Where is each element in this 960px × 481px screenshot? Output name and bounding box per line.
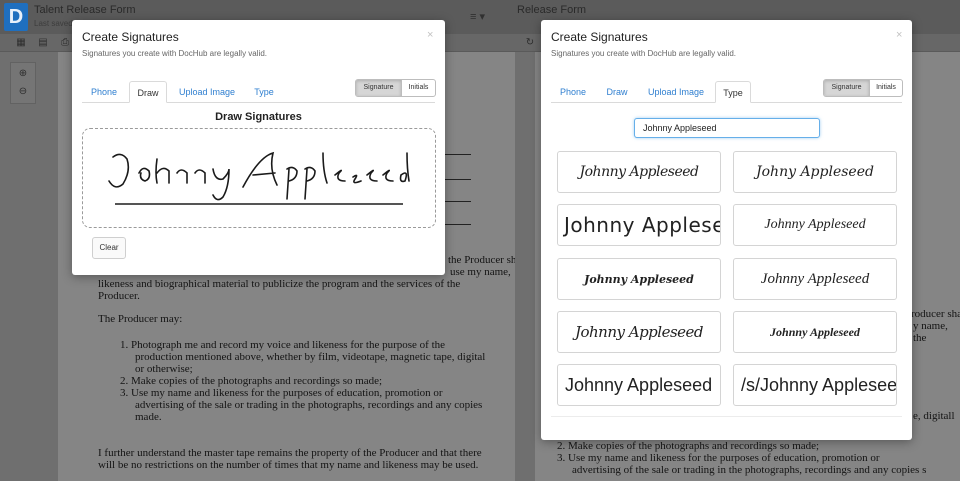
toggle-signature[interactable]: Signature bbox=[824, 80, 870, 96]
signature-option[interactable]: Johnny Appleseed bbox=[557, 258, 721, 300]
signature-option[interactable]: Johnny Appleseed bbox=[557, 311, 721, 353]
close-icon[interactable]: × bbox=[896, 29, 902, 41]
signature-draw-canvas[interactable] bbox=[82, 128, 436, 228]
doc-text-line: 2. Make copies of the photographs and re… bbox=[120, 375, 383, 387]
doc-text-line: I further understand the master tape rem… bbox=[98, 447, 482, 459]
signature-option[interactable]: /s/Johnny Appleseed bbox=[733, 364, 897, 406]
signature-option-text: Johnny Appleseed bbox=[565, 374, 713, 395]
right-pane: Release Form ↻ roducer sha y name, the e… bbox=[515, 0, 960, 481]
zoom-rail: ⊕ ⊖ bbox=[10, 62, 36, 104]
toggle-initials[interactable]: Initials bbox=[870, 80, 902, 96]
drawn-signature bbox=[108, 151, 410, 201]
doc-text-line: 2. Make copies of the photographs and re… bbox=[557, 440, 820, 452]
doc-text-line: the Producer sh bbox=[448, 254, 515, 266]
clear-button[interactable]: Clear bbox=[92, 237, 126, 259]
signature-option-text: Johnny Appleseed bbox=[574, 323, 704, 341]
doc-text-line: advertising of the sale or trading in th… bbox=[135, 399, 483, 411]
close-icon[interactable]: × bbox=[427, 29, 433, 41]
modal-subtitle: Signatures you create with DocHub are le… bbox=[551, 49, 736, 58]
signature-option-text: Johnny Appleseed bbox=[579, 164, 699, 180]
doc-text-line: or otherwise; bbox=[135, 363, 193, 375]
doc-text-line: likeness and biographical material to pu… bbox=[98, 278, 461, 290]
tab-phone[interactable]: Phone bbox=[82, 81, 126, 103]
doc-text-line: The Producer may: bbox=[98, 313, 183, 325]
form-line bbox=[443, 179, 471, 180]
doc-text-line: advertising of the sale or trading in th… bbox=[572, 464, 927, 476]
tab-draw[interactable]: Draw bbox=[129, 81, 167, 103]
signature-option[interactable]: Johnny Appleseed bbox=[733, 311, 897, 353]
doc-text-line: 3. Use my name and likeness for the purp… bbox=[120, 387, 443, 399]
doc-text-line: 1. Photograph me and record my voice and… bbox=[120, 339, 446, 351]
form-line bbox=[443, 154, 471, 155]
signature-option[interactable]: Johny Appleseed bbox=[733, 151, 897, 193]
signature-option[interactable]: Johnny Appleseed bbox=[733, 258, 897, 300]
left-pane: D Talent Release Form Last saved ≡ ▾ ▦ ▤… bbox=[0, 0, 515, 481]
modal-footer-divider bbox=[551, 416, 902, 417]
zoom-in-icon[interactable]: ⊕ bbox=[16, 68, 30, 80]
signature-option-text: Johny Appleseed bbox=[756, 164, 874, 180]
tab-type[interactable]: Type bbox=[715, 81, 751, 103]
doc-text-line: Producer. bbox=[98, 290, 140, 302]
print-icon[interactable]: ⎙ bbox=[58, 37, 72, 49]
signature-option-text: Johnny Appleseed bbox=[770, 324, 860, 339]
doc-text-line: e, digitall bbox=[913, 410, 955, 422]
signature-option[interactable]: Johnny Appleseed bbox=[557, 364, 721, 406]
modal-title: Create Signatures bbox=[82, 30, 179, 44]
signature-option[interactable]: Johnny Appleseed bbox=[557, 151, 721, 193]
form-line bbox=[443, 224, 471, 225]
signature-option[interactable]: Johnny Appleseed bbox=[557, 204, 721, 246]
tab-upload-image[interactable]: Upload Image bbox=[172, 81, 242, 103]
tab-upload-image[interactable]: Upload Image bbox=[641, 81, 711, 103]
signature-option-text: Johnny Appleseed bbox=[584, 272, 694, 286]
tab-draw[interactable]: Draw bbox=[598, 81, 636, 103]
doc-text-line: production mentioned above, whether by f… bbox=[135, 351, 486, 363]
modal-subtitle: Signatures you create with DocHub are le… bbox=[82, 49, 267, 58]
doc-text-line: roducer sha bbox=[911, 308, 960, 320]
document-title-right[interactable]: Release Form bbox=[517, 4, 586, 16]
modal-title: Create Signatures bbox=[551, 30, 648, 44]
doc-text-line: 3. Use my name and likeness for the purp… bbox=[557, 452, 880, 464]
signature-option-text: /s/Johnny Appleseed bbox=[741, 374, 897, 395]
doc-text-line: the bbox=[913, 332, 927, 344]
create-signatures-modal-type: Create Signatures Signatures you create … bbox=[541, 20, 912, 440]
grid-icon[interactable]: ▦ bbox=[14, 37, 28, 49]
signature-option-text: Johnny Appleseed bbox=[564, 213, 720, 237]
tab-type[interactable]: Type bbox=[248, 81, 280, 103]
toggle-initials[interactable]: Initials bbox=[402, 80, 435, 96]
doc-text-line: y name, bbox=[913, 320, 948, 332]
redo-icon[interactable]: ↻ bbox=[523, 37, 537, 49]
typed-name-input[interactable] bbox=[634, 118, 820, 138]
draw-signatures-heading: Draw Signatures bbox=[215, 111, 302, 123]
hamburger-menu-icon[interactable]: ≡ ▾ bbox=[470, 10, 485, 23]
signature-option-text: Johnny Appleseed bbox=[760, 270, 870, 287]
tab-phone[interactable]: Phone bbox=[551, 81, 595, 103]
doc-text-line: made. bbox=[135, 411, 162, 423]
toggle-signature[interactable]: Signature bbox=[356, 80, 402, 96]
document-title[interactable]: Talent Release Form bbox=[34, 4, 136, 16]
signature-option[interactable]: Johnny Appleseed bbox=[733, 204, 897, 246]
zoom-out-icon[interactable]: ⊖ bbox=[16, 86, 30, 98]
doc-text-line: use my name, bbox=[450, 266, 511, 278]
signature-initials-toggle: Signature Initials bbox=[355, 79, 436, 97]
last-saved-text: Last saved bbox=[34, 19, 73, 28]
signature-initials-toggle: Signature Initials bbox=[823, 79, 903, 97]
form-line bbox=[443, 201, 471, 202]
signature-baseline bbox=[115, 203, 403, 205]
table-icon[interactable]: ▤ bbox=[36, 37, 50, 49]
create-signatures-modal-draw: Create Signatures Signatures you create … bbox=[72, 20, 445, 275]
signature-option-text: Johnny Appleseed bbox=[764, 217, 866, 232]
doc-text-line: will be no restrictions on the number of… bbox=[98, 459, 479, 471]
dochub-logo[interactable]: D bbox=[4, 3, 28, 31]
